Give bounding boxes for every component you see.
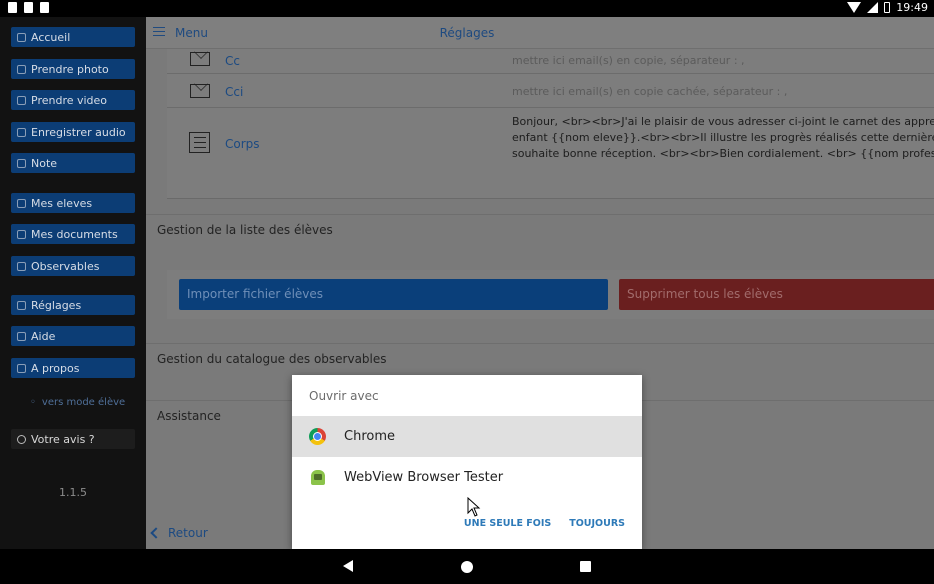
import-students-button[interactable]: Importer fichier élèves bbox=[179, 279, 608, 310]
delete-all-students-button[interactable]: Supprimer tous les élèves bbox=[619, 279, 934, 310]
student-mode-label: vers mode élève bbox=[41, 397, 126, 408]
android-icon bbox=[311, 470, 325, 485]
sidebar-item-mes-eleves[interactable]: Mes eleves bbox=[11, 193, 135, 213]
corps-line: Bonjour, <br><br>J'ai le plaisir de vous… bbox=[512, 115, 934, 128]
info-icon bbox=[17, 363, 26, 373]
folder-icon bbox=[17, 229, 26, 239]
mail-notification-icon bbox=[24, 2, 33, 13]
cc-row: Cc mettre ici email(s) en copie, séparat… bbox=[167, 49, 934, 74]
sidebar-item-note[interactable]: Note bbox=[11, 153, 135, 173]
gear-icon bbox=[17, 300, 26, 310]
corps-row: Corps Bonjour, <br><br>J'ai le plaisir d… bbox=[167, 108, 934, 181]
sidebar-item-label: Note bbox=[31, 156, 58, 170]
sidebar-item-label: A propos bbox=[31, 361, 80, 375]
section-students: Gestion de la liste des élèves bbox=[146, 214, 934, 244]
open-with-dialog: Ouvrir avec Chrome WebView Browser Teste… bbox=[292, 375, 642, 549]
sidebar-item-label: Observables bbox=[31, 259, 100, 273]
help-icon bbox=[17, 331, 26, 341]
sidebar-item-label: Accueil bbox=[31, 30, 71, 44]
app-option-webview-tester[interactable]: WebView Browser Tester bbox=[292, 457, 642, 498]
cci-label: Cci bbox=[225, 85, 244, 99]
sidebar-item-label: Mes documents bbox=[31, 227, 118, 241]
feedback-button[interactable]: Votre avis ? bbox=[11, 429, 135, 449]
mic-icon bbox=[17, 127, 26, 137]
note-icon bbox=[17, 158, 26, 168]
sidebar-item-enregistrer-audio[interactable]: Enregistrer audio bbox=[11, 122, 135, 142]
cc-field[interactable]: mettre ici email(s) en copie, séparateur… bbox=[512, 54, 745, 67]
switch-icon: ◦ bbox=[30, 397, 36, 408]
status-bar: 19:49 bbox=[0, 0, 934, 17]
envelope-icon bbox=[190, 84, 210, 98]
camera-icon bbox=[17, 64, 26, 74]
corps-line: souhaite bonne réception. <br><br>Bien c… bbox=[512, 147, 934, 160]
sidebar-item-label: Réglages bbox=[31, 298, 82, 312]
nav-recents-icon[interactable] bbox=[580, 561, 591, 572]
app-option-label: WebView Browser Tester bbox=[344, 470, 504, 485]
student-mode-link[interactable]: ◦ vers mode élève bbox=[30, 397, 125, 408]
sidebar-item-label: Prendre video bbox=[31, 93, 108, 107]
cci-field[interactable]: mettre ici email(s) en copie cachée, sép… bbox=[512, 85, 787, 98]
sidebar-item-label: Enregistrer audio bbox=[31, 125, 126, 139]
dialog-title: Ouvrir avec bbox=[309, 389, 379, 403]
app-option-chrome[interactable]: Chrome bbox=[292, 416, 642, 457]
email-settings-card: Cc mettre ici email(s) en copie, séparat… bbox=[167, 49, 934, 199]
section-catalog: Gestion du catalogue des observables bbox=[146, 343, 934, 373]
envelope-icon bbox=[190, 52, 210, 66]
clock: 19:49 bbox=[896, 1, 928, 14]
sidebar-item-accueil[interactable]: Accueil bbox=[11, 27, 135, 47]
bookmark-icon bbox=[17, 261, 26, 271]
sidebar-item-label: Mes eleves bbox=[31, 196, 93, 210]
cc-label: Cc bbox=[225, 54, 240, 68]
always-button[interactable]: TOUJOURS bbox=[569, 518, 625, 529]
sidebar-item-a-propos[interactable]: A propos bbox=[11, 358, 135, 378]
back-button[interactable]: Retour bbox=[150, 526, 208, 540]
signal-icon bbox=[867, 2, 879, 13]
sidebar-item-observables[interactable]: Observables bbox=[11, 256, 135, 276]
app-version: 1.1.5 bbox=[59, 486, 87, 499]
nav-home-icon[interactable] bbox=[461, 561, 473, 573]
battery-icon bbox=[884, 2, 891, 13]
sidebar-item-reglages[interactable]: Réglages bbox=[11, 295, 135, 315]
home-icon bbox=[17, 32, 26, 42]
info-icon bbox=[17, 434, 26, 444]
sidebar-item-prendre-photo[interactable]: Prendre photo bbox=[11, 59, 135, 79]
sidebar-item-mes-documents[interactable]: Mes documents bbox=[11, 224, 135, 244]
list-icon bbox=[189, 132, 210, 153]
chrome-icon bbox=[309, 428, 326, 445]
video-icon bbox=[17, 95, 26, 105]
system-nav-bar bbox=[0, 549, 934, 584]
sidebar-item-label: Prendre photo bbox=[31, 62, 109, 76]
group-icon bbox=[17, 198, 26, 208]
sidebar: Accueil Prendre photo Prendre video Enre… bbox=[0, 17, 146, 549]
page-title: Réglages bbox=[439, 26, 495, 40]
chevron-left-icon bbox=[150, 527, 162, 539]
back-label: Retour bbox=[168, 526, 208, 540]
nav-back-icon[interactable] bbox=[343, 560, 353, 572]
app-header: Menu Réglages bbox=[146, 17, 934, 49]
sd-card-icon bbox=[40, 2, 49, 13]
sidebar-item-label: Aide bbox=[31, 329, 56, 343]
corps-label: Corps bbox=[225, 137, 260, 151]
feedback-label: Votre avis ? bbox=[31, 432, 95, 446]
sidebar-item-prendre-video[interactable]: Prendre video bbox=[11, 90, 135, 110]
sidebar-item-aide[interactable]: Aide bbox=[11, 326, 135, 346]
just-once-button[interactable]: UNE SEULE FOIS bbox=[464, 518, 551, 529]
corps-line: enfant {{nom eleve}}.<br><br>Il illustre… bbox=[512, 131, 934, 144]
app-option-label: Chrome bbox=[344, 429, 395, 444]
corps-field[interactable]: Bonjour, <br><br>J'ai le plaisir de vous… bbox=[512, 114, 934, 162]
wifi-icon bbox=[847, 2, 862, 13]
notification-icon bbox=[8, 2, 17, 13]
cci-row: Cci mettre ici email(s) en copie cachée,… bbox=[167, 74, 934, 108]
